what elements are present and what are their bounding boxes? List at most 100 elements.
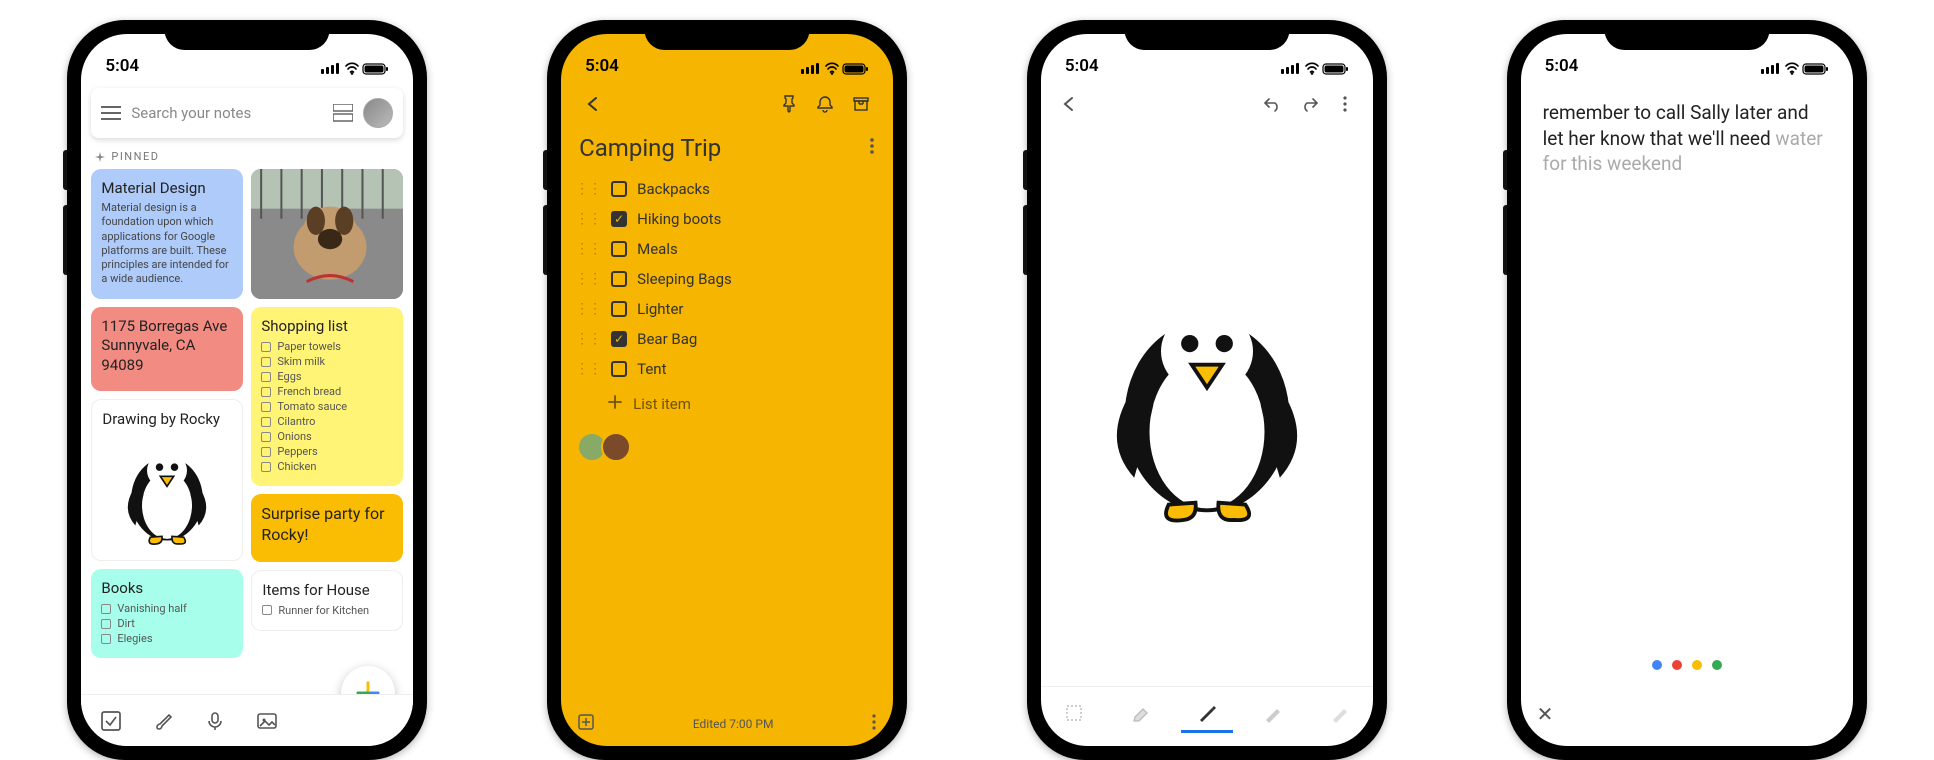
checkbox[interactable] xyxy=(611,241,627,257)
brush-icon[interactable] xyxy=(153,711,173,731)
list-item[interactable]: Skim milk xyxy=(261,354,393,369)
checkbox-icon[interactable] xyxy=(101,711,121,731)
drag-handle-icon[interactable]: ⋮⋮ xyxy=(575,331,601,347)
checklist-item[interactable]: ⋮⋮ Lighter xyxy=(575,294,879,324)
checklist-item[interactable]: ⋮⋮ Sleeping Bags xyxy=(575,264,879,294)
checkbox-icon[interactable] xyxy=(261,387,271,397)
add-attachment-icon[interactable] xyxy=(577,713,595,734)
note-photo-dog[interactable] xyxy=(251,169,403,299)
list-item[interactable]: Vanishing half xyxy=(101,601,233,616)
status-time: 5:04 xyxy=(1065,56,1099,76)
checkbox-icon[interactable] xyxy=(261,402,271,412)
note-shopping[interactable]: Shopping list Paper towelsSkim milkEggsF… xyxy=(251,307,403,486)
drag-handle-icon[interactable]: ⋮⋮ xyxy=(575,211,601,227)
list-item[interactable]: Chicken xyxy=(261,459,393,474)
plus-icon xyxy=(607,394,623,414)
archive-icon[interactable] xyxy=(843,95,879,113)
checkbox[interactable]: ✓ xyxy=(611,211,627,227)
checkbox-icon[interactable] xyxy=(261,447,271,457)
checkbox-icon[interactable] xyxy=(101,604,111,614)
checklist-item[interactable]: ⋮⋮✓Hiking boots xyxy=(575,204,879,234)
checkbox-icon[interactable] xyxy=(101,634,111,644)
penguin-thumbnail xyxy=(117,438,217,548)
collaborators[interactable] xyxy=(561,420,893,474)
pin-icon[interactable] xyxy=(771,95,807,113)
drag-handle-icon[interactable]: ⋮⋮ xyxy=(575,181,601,197)
search-input[interactable]: Search your notes xyxy=(131,104,323,122)
drag-handle-icon[interactable]: ⋮⋮ xyxy=(575,241,601,257)
checkbox-icon[interactable] xyxy=(261,342,271,352)
checklist-item[interactable]: ⋮⋮ Meals xyxy=(575,234,879,264)
checklist-label: Lighter xyxy=(637,300,683,318)
list-item[interactable]: Elegies xyxy=(101,631,233,646)
note-address[interactable]: 1175 Borregas Ave Sunnyvale, CA 94089 xyxy=(91,307,243,392)
list-item[interactable]: Paper towels xyxy=(261,339,393,354)
checkbox-icon[interactable] xyxy=(261,357,271,367)
more-icon[interactable] xyxy=(871,713,877,734)
checkbox-icon[interactable] xyxy=(101,619,111,629)
image-icon[interactable] xyxy=(257,711,277,731)
list-item[interactable]: Eggs xyxy=(261,369,393,384)
list-item[interactable]: Onions xyxy=(261,429,393,444)
redo-icon[interactable] xyxy=(1291,96,1327,112)
menu-icon[interactable] xyxy=(101,106,121,120)
assistant-indicator xyxy=(1521,660,1853,670)
list-item[interactable]: Tomato sauce xyxy=(261,399,393,414)
note-toolbar xyxy=(561,82,893,126)
checklist-item[interactable]: ⋮⋮ Tent xyxy=(575,354,879,384)
checkbox-icon[interactable] xyxy=(261,432,271,442)
checkbox[interactable] xyxy=(611,301,627,317)
search-bar[interactable]: Search your notes xyxy=(91,88,403,138)
assistant-dot xyxy=(1692,660,1702,670)
status-time: 5:04 xyxy=(1545,56,1579,76)
list-item[interactable]: Peppers xyxy=(261,444,393,459)
pin-icon xyxy=(95,152,105,162)
back-icon[interactable] xyxy=(575,96,611,112)
note-title[interactable]: Camping Trip xyxy=(579,134,869,162)
checkbox[interactable] xyxy=(611,271,627,287)
list-item[interactable]: Runner for Kitchen xyxy=(262,603,392,618)
note-material-design[interactable]: Material Design Material design is a fou… xyxy=(91,169,243,299)
undo-icon[interactable] xyxy=(1255,96,1291,112)
list-item[interactable]: Cilantro xyxy=(261,414,393,429)
add-list-item[interactable]: List item xyxy=(561,388,893,420)
phone-note-checklist: 5:04 Camping Trip ⋮⋮Backpacks⋮⋮✓Hiking b… xyxy=(547,20,907,760)
checklist-label: Sleeping Bags xyxy=(637,270,732,288)
checkbox[interactable] xyxy=(611,181,627,197)
checkbox-icon[interactable] xyxy=(261,417,271,427)
checklist-label: Meals xyxy=(637,240,678,258)
more-icon[interactable] xyxy=(869,137,875,159)
checkbox[interactable]: ✓ xyxy=(611,331,627,347)
checklist-item[interactable]: ⋮⋮ ✓ Bear Bag xyxy=(575,324,879,354)
drawing-tools xyxy=(1041,686,1373,736)
more-icon[interactable] xyxy=(1327,95,1363,113)
note-books[interactable]: Books Vanishing halfDirtElegies xyxy=(91,569,243,658)
drag-handle-icon[interactable]: ⋮⋮ xyxy=(575,301,601,317)
collaborator-avatar[interactable] xyxy=(601,432,631,462)
status-icons xyxy=(321,62,389,76)
list-item[interactable]: French bread xyxy=(261,384,393,399)
note-house[interactable]: Items for House Runner for Kitchen xyxy=(251,570,403,631)
drawing-canvas[interactable] xyxy=(1041,126,1373,680)
profile-avatar[interactable] xyxy=(363,98,393,128)
assistant-dot xyxy=(1672,660,1682,670)
mic-icon[interactable] xyxy=(205,711,225,731)
back-icon[interactable] xyxy=(1051,96,1087,112)
checklist-label: Tent xyxy=(637,360,666,378)
list-item[interactable]: Dirt xyxy=(101,616,233,631)
checkbox[interactable] xyxy=(611,361,627,377)
checkbox-icon[interactable] xyxy=(262,605,272,615)
assistant-dot xyxy=(1712,660,1722,670)
close-icon[interactable]: ✕ xyxy=(1537,702,1554,726)
note-drawing[interactable]: Drawing by Rocky xyxy=(91,399,243,561)
checklist-item[interactable]: ⋮⋮Backpacks xyxy=(575,174,879,204)
checklist-label: Bear Bag xyxy=(637,330,697,348)
voice-transcript: remember to call Sally later and let her… xyxy=(1521,82,1853,195)
drag-handle-icon[interactable]: ⋮⋮ xyxy=(575,361,601,377)
note-surprise[interactable]: Surprise party for Rocky! xyxy=(251,494,403,562)
drag-handle-icon[interactable]: ⋮⋮ xyxy=(575,271,601,287)
view-toggle-icon[interactable] xyxy=(333,104,353,122)
checkbox-icon[interactable] xyxy=(261,462,271,472)
checkbox-icon[interactable] xyxy=(261,372,271,382)
reminder-icon[interactable] xyxy=(807,95,843,113)
